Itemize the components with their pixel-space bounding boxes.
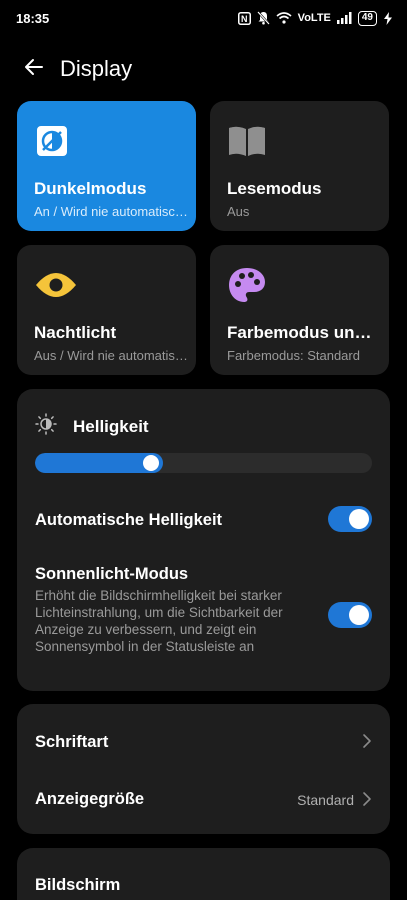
signal-icon <box>336 12 352 24</box>
arrow-left-icon[interactable] <box>22 55 46 84</box>
page-header: Display <box>22 52 132 86</box>
sunlight-mode-toggle[interactable] <box>328 602 372 628</box>
tile-dark-mode[interactable]: Dunkelmodus An / Wird nie automatisch ak… <box>17 101 196 231</box>
wifi-icon <box>276 12 292 24</box>
display-size-value: Standard <box>297 792 354 808</box>
tile-subtitle: An / Wird nie automatisch aktiviert <box>34 204 194 219</box>
tile-title: Nachtlicht <box>34 323 117 342</box>
brightness-title: Helligkeit <box>73 416 149 436</box>
tile-reading-mode[interactable]: Lesemodus Aus <box>210 101 389 231</box>
font-row[interactable]: Schriftart <box>17 704 390 772</box>
toggle-knob <box>349 605 369 625</box>
tile-title: Lesemodus <box>227 179 322 198</box>
sunlight-mode-description: Erhöht die Bildschirmhelligkeit bei star… <box>35 588 283 654</box>
brightness-card: Helligkeit Automatische Helligkeit Sonne… <box>17 389 390 691</box>
status-time: 18:35 <box>16 10 50 26</box>
screen-card[interactable]: Bildschirm <box>17 848 390 900</box>
page-title: Display <box>60 56 133 81</box>
status-icons: N VoLTE 49 <box>237 10 393 26</box>
brightness-slider-thumb[interactable] <box>143 455 159 471</box>
tile-title: Farbemodus und Farbtemperatur <box>227 323 377 342</box>
tile-subtitle: Aus / Wird nie automatisch aktiviert <box>34 348 194 363</box>
nfc-icon: N <box>237 11 251 25</box>
sunlight-mode-label: Sonnenlicht-Modus <box>35 565 189 583</box>
chevron-right-icon <box>362 791 372 812</box>
tile-night-light[interactable]: Nachtlicht Aus / Wird nie automatisch ak… <box>17 245 196 375</box>
status-bar: 18:35 N VoLTE 49 <box>0 0 407 36</box>
tile-color-mode[interactable]: Farbemodus und Farbtemperatur Farbemodus… <box>210 245 389 375</box>
brightness-header: Helligkeit <box>35 413 149 440</box>
brightness-slider[interactable] <box>35 453 372 473</box>
svg-text:N: N <box>241 14 248 24</box>
chevron-right-icon <box>362 733 372 754</box>
display-size-label: Anzeigegröße <box>35 790 145 808</box>
tile-title: Dunkelmodus <box>34 179 147 198</box>
font-card: Schriftart Anzeigegröße Standard <box>17 704 390 834</box>
brightness-icon <box>35 413 57 440</box>
eye-icon <box>34 263 78 307</box>
display-size-row[interactable]: Anzeigegröße Standard <box>17 772 390 834</box>
battery-level: 49 <box>357 10 377 26</box>
palette-icon <box>227 263 271 307</box>
toggle-knob <box>349 509 369 529</box>
network-label: VoLTE <box>297 12 331 24</box>
mute-icon <box>256 11 270 25</box>
tile-subtitle: Aus <box>227 204 250 219</box>
font-label: Schriftart <box>35 733 109 751</box>
auto-brightness-toggle[interactable] <box>328 506 372 532</box>
tile-subtitle: Farbemodus: Standard <box>227 348 360 363</box>
auto-brightness-label: Automatische Helligkeit <box>35 511 223 529</box>
screen-label: Bildschirm <box>35 876 121 894</box>
book-icon <box>227 119 271 163</box>
dark-mode-icon <box>34 119 78 163</box>
charging-icon <box>383 11 393 25</box>
